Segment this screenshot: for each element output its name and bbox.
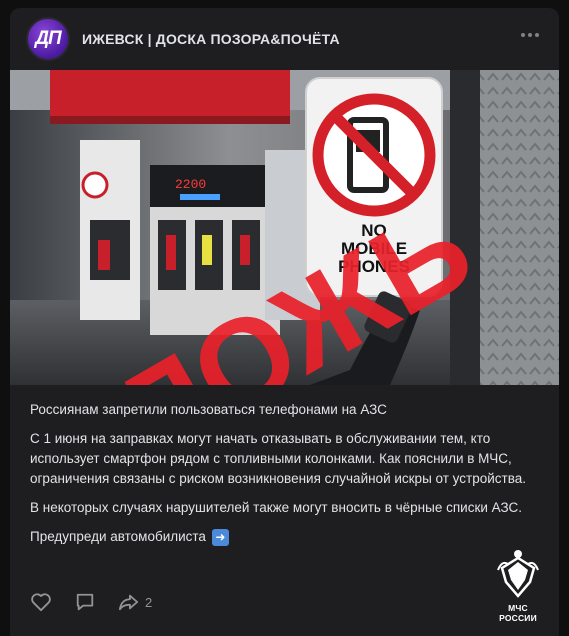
share-button[interactable]: 2 [118,592,152,612]
comment-button[interactable] [74,592,96,612]
post-text: Россиянам запретили пользоваться телефон… [30,400,540,547]
post-image[interactable]: 2200 NO MOBILE PHONES ЛОЖЬ [10,70,559,385]
group-name-link[interactable]: ИЖЕВСК | ДОСКА ПОЗОРА&ПОЧЁТА [82,31,340,47]
cta-text: Предупреди автомобилиста [30,529,206,544]
comment-icon [76,593,94,611]
arrow-right-icon: ➜ [211,528,229,546]
price-display: 2200 [175,177,206,192]
gas-station-photo: 2200 NO MOBILE PHONES ЛОЖЬ [10,70,559,385]
more-horizontal-icon[interactable] [521,33,539,37]
like-button[interactable] [30,592,52,612]
cta-row: Предупреди автомобилиста ➜ [30,527,540,547]
post-paragraph-2: В некоторых случаях нарушителей также мо… [30,500,522,515]
post-title: Россиянам запретили пользоваться телефон… [30,402,387,417]
mchs-label: МЧС РОССИИ [499,603,537,623]
mchs-emblem-icon [497,550,539,598]
group-avatar[interactable]: ДП [26,17,70,61]
post-card: ДП ИЖЕВСК | ДОСКА ПОЗОРА&ПОЧЁТА 2200 NO … [10,8,559,636]
mchs-watermark: МЧС РОССИИ [488,548,548,623]
post-header: ДП ИЖЕВСК | ДОСКА ПОЗОРА&ПОЧЁТА [26,13,543,63]
heart-icon [31,593,51,612]
post-actions: 2 [30,592,152,612]
share-count: 2 [145,594,153,610]
share-icon [119,594,139,611]
post-paragraph-1: С 1 июня на заправках могут начать отказ… [30,431,526,486]
